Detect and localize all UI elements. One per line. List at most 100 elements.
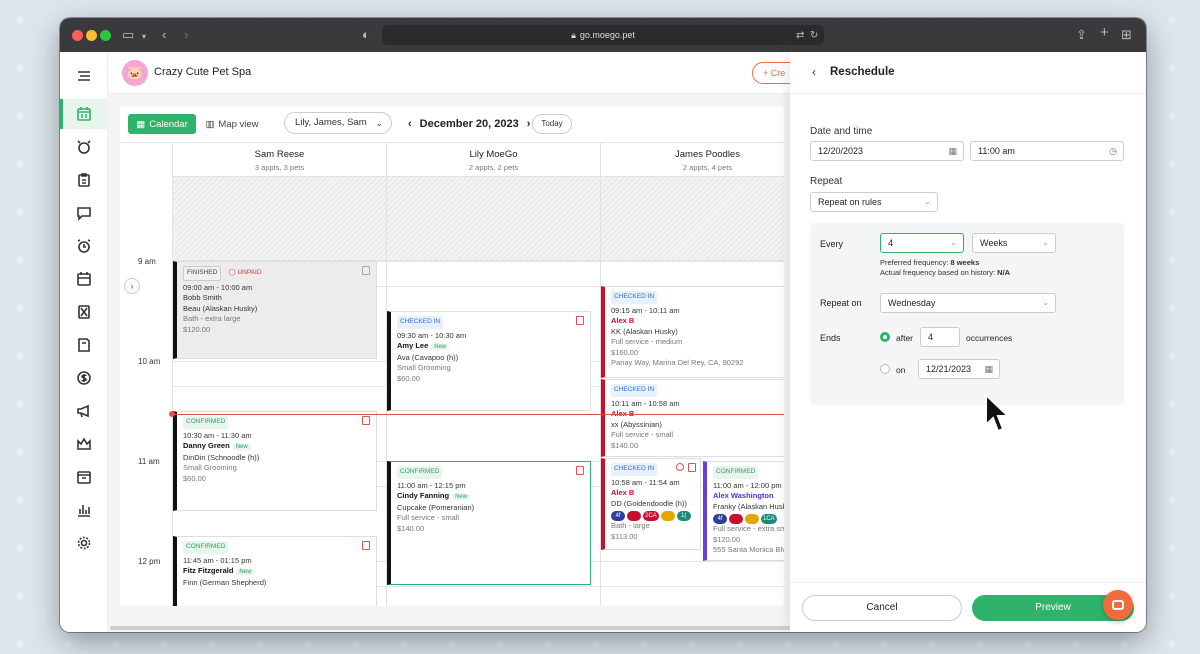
every-unit-value: Weeks <box>980 238 1008 248</box>
time-label: 12 pm <box>138 557 161 566</box>
every-unit-select[interactable]: Weeks ⌄ <box>972 233 1056 253</box>
megaphone-icon[interactable] <box>74 401 94 421</box>
crown-icon[interactable] <box>74 434 94 454</box>
calendar-icon[interactable] <box>74 104 94 124</box>
document-icon[interactable] <box>576 316 584 325</box>
appointment-time: 09:30 am - 10:30 am <box>397 330 467 340</box>
minimize-window-button[interactable] <box>86 30 97 41</box>
appointment-card[interactable]: CONFIRMED 11:00 am - 12:00 pm Alex Washi… <box>703 461 784 561</box>
appointment-card[interactable]: CHECKED IN 10:11 am - 10:58 am Alex B xx… <box>601 379 784 457</box>
cancel-button[interactable]: Cancel <box>802 595 962 621</box>
calendar-view-label: Calendar <box>149 118 188 130</box>
repeat-on-select[interactable]: Wednesday ⌄ <box>880 293 1056 313</box>
schedule-grid: 9 am 10 am 11 am 12 pm Sam Reese 3 appts… <box>120 142 784 606</box>
chevron-down-icon[interactable]: ▾ <box>142 29 146 45</box>
close-window-button[interactable] <box>72 30 83 41</box>
clipboard-icon[interactable] <box>74 170 94 190</box>
back-arrow-icon[interactable]: ‹ <box>162 27 166 43</box>
service-name: Full service - small <box>611 430 674 439</box>
chevron-down-icon: ⌄ <box>1042 298 1049 307</box>
status-badge: CHECKED IN <box>611 291 658 304</box>
appointment-card[interactable]: CHECKED IN 09:30 am - 10:30 am Amy Lee Ne… <box>387 311 591 411</box>
map-view-button[interactable]: ▥ Map view <box>200 114 264 134</box>
end-date-input[interactable]: 12/21/2023 ▦ <box>918 359 1000 379</box>
reload-icon[interactable]: ↻ <box>810 28 818 44</box>
appointment-card[interactable]: CONFIRMED 11:00 am - 12:15 pm Cindy Fann… <box>387 461 591 585</box>
actual-frequency-value: N/A <box>997 268 1011 277</box>
translate-icon[interactable]: ⇄ <box>796 28 804 44</box>
appointment-card[interactable]: CONFIRMED 11:45 am - 01:15 pm Fitz Fitzg… <box>173 536 377 606</box>
repeat-on-value: Wednesday <box>888 298 936 308</box>
sidebar-toggle-icon[interactable]: ▭ <box>122 27 134 43</box>
menu-icon[interactable] <box>74 66 94 86</box>
staff-column: James Poodles 2 appts, 4 pets CHECKED IN… <box>600 143 784 606</box>
bar-chart-icon[interactable] <box>74 500 94 520</box>
status-badge: CONFIRMED <box>183 416 229 429</box>
appointment-card[interactable]: FINISHED ◯ UNPAID 09:00 am - 10:00 am Bob… <box>173 261 377 359</box>
document-icon[interactable] <box>362 541 370 550</box>
appointment-card[interactable]: CHECKED IN 09:15 am - 10:11 am Alex B KK… <box>601 286 784 378</box>
dollar-icon[interactable] <box>74 368 94 388</box>
calendar-view-button[interactable]: ▦ Calendar <box>128 114 196 134</box>
staff-select[interactable]: Lily, James, Sam ⌄ <box>284 112 392 134</box>
expand-sidebar-icon[interactable]: › <box>124 278 140 294</box>
book-icon[interactable] <box>74 335 94 355</box>
pet-name: KK (Alaskan Husky) <box>611 326 678 336</box>
document-icon[interactable] <box>688 463 696 472</box>
address: Panay Way, Marina Del Rey, CA, 90292 <box>611 358 744 367</box>
alarm-icon[interactable] <box>74 236 94 256</box>
forward-arrow-icon[interactable]: › <box>184 27 188 43</box>
mouse-cursor-icon <box>985 393 1010 433</box>
end-date-value: 12/21/2023 <box>926 364 972 374</box>
business-avatar[interactable]: 🐷 <box>122 60 148 86</box>
date-input[interactable]: 12/20/2023 ▦ <box>810 141 964 161</box>
appointment-time: 11:00 am - 12:15 pm <box>397 480 466 490</box>
every-value: 4 <box>888 238 894 248</box>
chevron-down-icon: ⌄ <box>950 238 957 247</box>
repeat-on-label: Repeat on <box>820 298 862 308</box>
time-input[interactable]: 11:00 am ◷ <box>970 141 1124 161</box>
current-time-line <box>172 414 784 415</box>
alert-icon[interactable] <box>676 463 684 471</box>
message-icon[interactable] <box>74 203 94 223</box>
document-icon[interactable] <box>576 466 584 475</box>
date-navigator: ‹ December 20, 2023 › <box>408 114 530 134</box>
ends-label: Ends <box>820 333 841 343</box>
document-icon[interactable] <box>362 416 370 425</box>
column-header: Lily MoeGo 2 appts, 2 pets <box>387 143 600 177</box>
appointment-card[interactable]: CHECKED IN 10:58 am - 11:54 am Alex B DD… <box>601 458 701 550</box>
chat-support-button[interactable] <box>1103 590 1133 620</box>
client-name: Alex B <box>611 488 635 497</box>
prev-day-icon[interactable]: ‹ <box>408 118 412 130</box>
pet-name: Cupcake (Pomeranian) <box>397 502 475 512</box>
back-arrow-icon[interactable]: ‹ <box>812 65 816 79</box>
tag-chip: 4f <box>713 514 727 524</box>
ends-after-radio[interactable] <box>880 332 890 342</box>
gear-icon[interactable] <box>74 533 94 553</box>
address-bar[interactable]: 🔒︎ go.moego.pet <box>382 25 824 45</box>
actual-frequency: Actual frequency based on history: N/A <box>880 268 1010 277</box>
time-label: 11 am <box>138 457 160 466</box>
occurrences-input[interactable]: 4 <box>920 327 960 347</box>
schedule-icon[interactable] <box>74 269 94 289</box>
clock-icon: ◷ <box>1109 146 1117 156</box>
next-day-icon[interactable]: › <box>527 118 531 130</box>
unavailable-block <box>601 177 784 261</box>
repeat-select[interactable]: Repeat on rules ⌄ <box>810 192 938 212</box>
ends-on-radio[interactable] <box>880 364 890 374</box>
tab-overview-icon[interactable]: ⊞ <box>1121 27 1132 43</box>
price: $60.00 <box>183 473 206 483</box>
hourglass-icon[interactable] <box>74 302 94 322</box>
every-input[interactable]: 4 ⌄ <box>880 233 964 253</box>
shield-icon[interactable]: ◐ <box>362 27 370 43</box>
pet-name: DD (Goldendoodle (h)) <box>611 498 687 508</box>
document-icon[interactable] <box>362 266 370 275</box>
pet-icon[interactable] <box>74 137 94 157</box>
horizontal-scrollbar[interactable] <box>110 626 790 630</box>
appointment-card[interactable]: CONFIRMED 10:30 am - 11:30 am Danny Gree… <box>173 411 377 511</box>
new-tab-icon[interactable]: + <box>1100 25 1109 41</box>
maximize-window-button[interactable] <box>100 30 111 41</box>
store-icon[interactable] <box>74 467 94 487</box>
share-icon[interactable]: ⇪ <box>1076 27 1087 43</box>
today-button[interactable]: Today <box>532 114 572 134</box>
